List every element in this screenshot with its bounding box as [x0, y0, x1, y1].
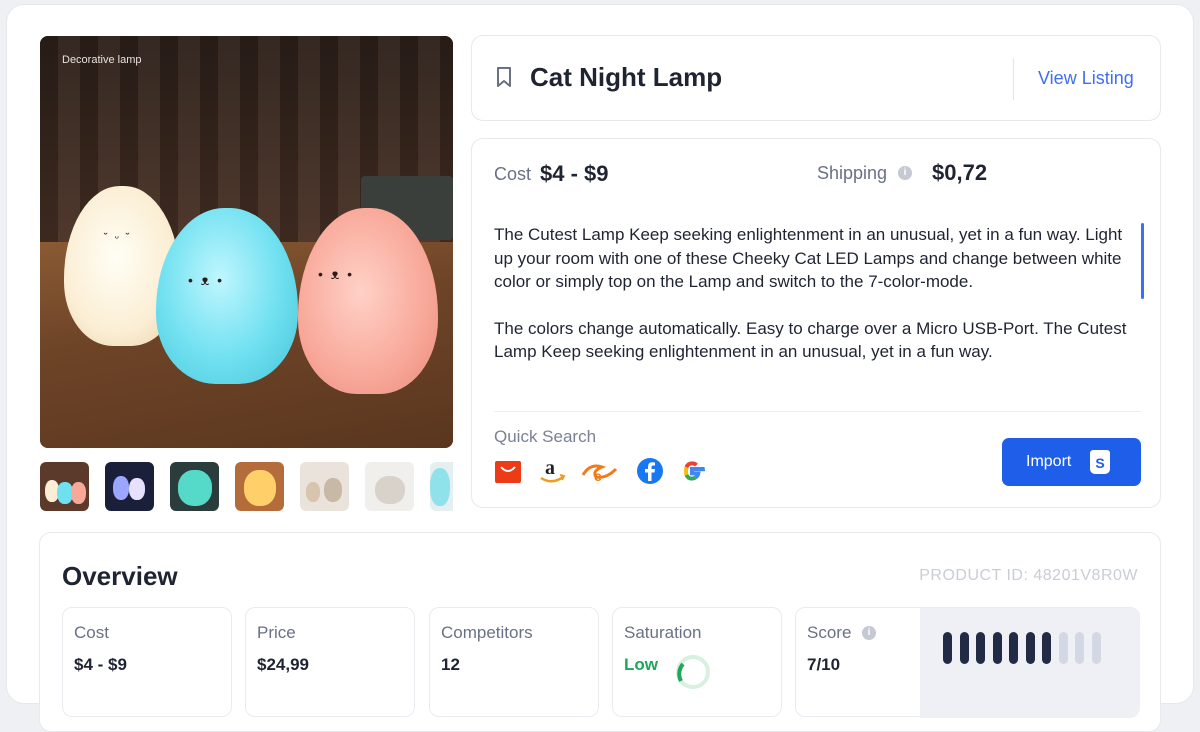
image-caption: Decorative lamp	[62, 54, 142, 66]
stat-saturation: Saturation Low	[612, 607, 782, 717]
product-main-image[interactable]: Decorative lamp ˘ ᵕ ˘ • ᴥ • • ᴥ •	[40, 36, 453, 448]
score-bar	[1058, 632, 1068, 664]
svg-text:e: e	[594, 468, 602, 484]
stat-label: Saturation	[624, 623, 702, 642]
thumbnail[interactable]	[105, 462, 154, 511]
stat-value: Low	[624, 655, 658, 674]
product-detail-card: Cost $4 - $9 Shipping i $0,72 The Cutest…	[471, 138, 1161, 508]
stat-value: 7/10	[807, 655, 841, 674]
thumbnail[interactable]	[430, 462, 453, 511]
shipping-label: Shipping	[817, 163, 888, 183]
stat-value: $4 - $9	[74, 655, 127, 674]
score-bar	[976, 632, 985, 664]
description-scrollbar[interactable]	[1141, 223, 1144, 299]
thumbnail[interactable]	[170, 462, 219, 511]
thumbnail[interactable]	[40, 462, 89, 511]
stat-value: $24,99	[257, 655, 309, 674]
product-title: Cat Night Lamp	[530, 62, 723, 92]
description-paragraph: The colors change automatically. Easy to…	[494, 318, 1127, 362]
score-bar	[943, 632, 952, 664]
score-bar	[1042, 632, 1051, 664]
product-title-card: Cat Night Lamp View Listing	[471, 35, 1161, 121]
score-bar	[1091, 632, 1101, 664]
divider	[1013, 58, 1014, 100]
import-button[interactable]: Import S	[1002, 438, 1141, 486]
stat-cost: Cost $4 - $9	[62, 607, 232, 717]
score-bar	[1075, 632, 1084, 664]
facebook-icon[interactable]	[636, 457, 664, 485]
info-icon[interactable]: i	[862, 626, 876, 640]
thumbnail[interactable]	[235, 462, 284, 511]
divider	[494, 411, 1141, 412]
product-description: The Cutest Lamp Keep seeking enlightenme…	[494, 223, 1134, 387]
score-bars	[920, 608, 1140, 718]
stat-competitors: Competitors 12	[429, 607, 599, 717]
google-icon[interactable]	[678, 457, 706, 485]
lamp-face: • ᴥ •	[188, 272, 225, 288]
score-bar	[1009, 632, 1018, 664]
stat-label: Score	[807, 623, 852, 642]
overview-card: Overview PRODUCT ID: 48201V8R0W Cost $4 …	[39, 532, 1161, 732]
product-id: PRODUCT ID: 48201V8R0W	[919, 567, 1138, 584]
overview-title: Overview	[62, 561, 178, 591]
alibaba-icon[interactable]: e	[580, 457, 620, 485]
cost-label: Cost	[494, 164, 532, 184]
description-paragraph: The Cutest Lamp Keep seeking enlightenme…	[494, 225, 1123, 291]
bookmark-icon[interactable]	[496, 66, 512, 88]
stat-value: 12	[441, 655, 460, 674]
shipping-value: $0,72	[932, 160, 988, 185]
info-icon[interactable]: i	[898, 166, 912, 180]
stat-price: Price $24,99	[245, 607, 415, 717]
cost-value: $4 - $9	[540, 161, 609, 186]
amazon-icon[interactable]: a	[538, 457, 566, 485]
lamp-face: • ᴥ •	[318, 266, 355, 282]
stat-label: Cost	[74, 623, 109, 642]
lamp-face: ˘ ᵕ ˘	[104, 232, 132, 244]
import-button-label: Import	[1026, 453, 1072, 470]
svg-text:a: a	[545, 457, 555, 479]
aliexpress-icon[interactable]	[494, 457, 522, 485]
view-listing-link[interactable]: View Listing	[1038, 68, 1134, 89]
stat-label: Price	[257, 623, 296, 642]
thumbnail[interactable]	[365, 462, 414, 511]
score-bar	[959, 632, 969, 664]
score-bar	[1025, 632, 1035, 664]
thumbnail[interactable]	[300, 462, 349, 511]
quick-search-label: Quick Search	[494, 427, 597, 446]
thumbnail-strip	[40, 462, 453, 511]
score-bar	[992, 632, 1002, 664]
saturation-gauge-icon	[676, 655, 710, 689]
stat-label: Competitors	[441, 623, 533, 642]
shopify-icon: S	[1090, 450, 1110, 474]
